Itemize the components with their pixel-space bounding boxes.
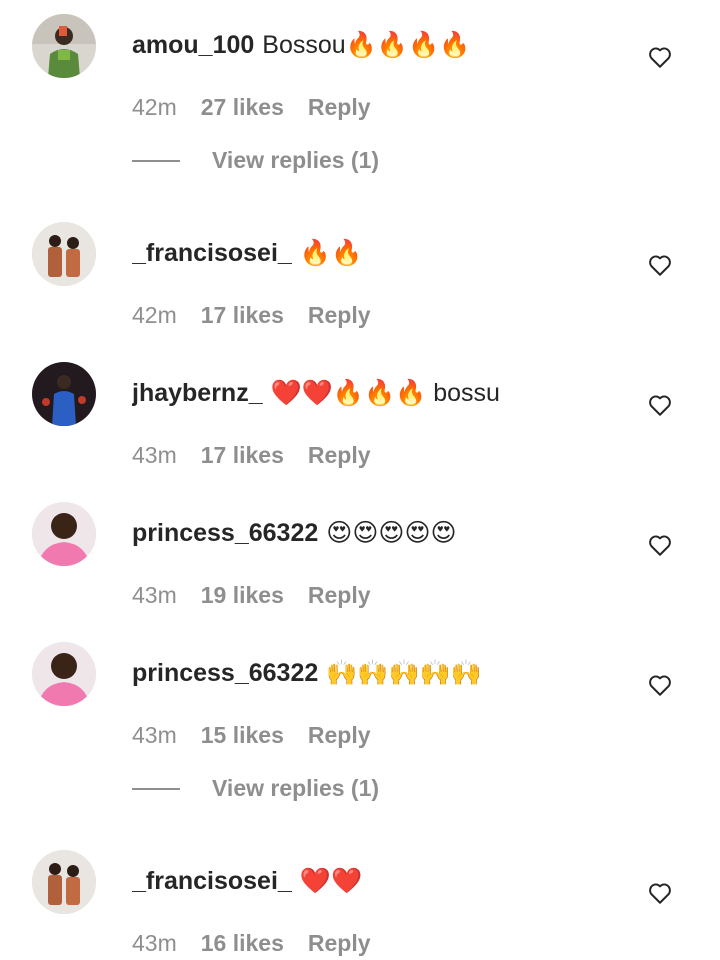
like-count[interactable]: 27 likes <box>201 94 284 120</box>
like-count[interactable]: 19 likes <box>201 582 284 608</box>
like-count[interactable]: 16 likes <box>201 930 284 956</box>
comment-item: princess_66322 😍😍😍😍😍 43m 19 likes Reply <box>0 502 720 612</box>
comment-time: 43m <box>132 582 177 608</box>
comment-text: ❤️❤️ <box>299 867 363 895</box>
avatar[interactable] <box>32 14 96 78</box>
avatar[interactable] <box>32 222 96 286</box>
reply-button[interactable]: Reply <box>308 442 371 468</box>
comment-meta: 43m 17 likes Reply <box>132 440 371 470</box>
username[interactable]: amou_100 <box>132 31 254 59</box>
comment-time: 43m <box>132 722 177 748</box>
comment-time: 43m <box>132 930 177 956</box>
divider-line <box>132 788 180 790</box>
comment-line: _francisosei_ 🔥🔥 <box>132 236 362 270</box>
comment-text: 😍😍😍😍😍 <box>326 519 457 547</box>
comment-item: jhaybernz_ ❤️❤️🔥🔥🔥 bossu 43m 17 likes Reply <box>0 362 720 472</box>
comment-item: amou_100 Bossou🔥🔥🔥🔥 42m 27 likes Reply <box>0 14 720 124</box>
avatar[interactable] <box>32 362 96 426</box>
avatar[interactable] <box>32 502 96 566</box>
heart-outline-icon[interactable] <box>647 252 673 278</box>
comment-line: _francisosei_ ❤️❤️ <box>132 864 362 898</box>
comment-time: 43m <box>132 442 177 468</box>
comment-item: princess_66322 🙌🙌🙌🙌🙌 43m 15 likes Reply <box>0 642 720 752</box>
comment-meta: 42m 17 likes Reply <box>132 300 371 330</box>
username[interactable]: princess_66322 <box>132 659 318 687</box>
username[interactable]: princess_66322 <box>132 519 318 547</box>
heart-outline-icon[interactable] <box>647 672 673 698</box>
heart-outline-icon[interactable] <box>647 532 673 558</box>
comment-meta: 42m 27 likes Reply <box>132 92 371 122</box>
comment-text: Bossou🔥🔥🔥🔥 <box>262 31 471 59</box>
reply-button[interactable]: Reply <box>308 94 371 120</box>
reply-button[interactable]: Reply <box>308 302 371 328</box>
reply-button[interactable]: Reply <box>308 722 371 748</box>
avatar[interactable] <box>32 642 96 706</box>
view-replies-button[interactable]: View replies (1) <box>132 773 432 803</box>
like-count[interactable]: 15 likes <box>201 722 284 748</box>
comment-line: amou_100 Bossou🔥🔥🔥🔥 <box>132 28 470 62</box>
comment-time: 42m <box>132 94 177 120</box>
like-count[interactable]: 17 likes <box>201 302 284 328</box>
comment-time: 42m <box>132 302 177 328</box>
avatar[interactable] <box>32 850 96 914</box>
comment-item: _francisosei_ ❤️❤️ 43m 16 likes Reply <box>0 850 720 960</box>
view-replies-label: View replies (1) <box>212 775 380 801</box>
comment-line: jhaybernz_ ❤️❤️🔥🔥🔥 bossu <box>132 376 500 410</box>
reply-button[interactable]: Reply <box>308 930 371 956</box>
heart-outline-icon[interactable] <box>647 44 673 70</box>
comment-text: 🔥🔥 <box>299 239 363 267</box>
comment-text: ❤️❤️🔥🔥🔥 bossu <box>270 379 500 407</box>
comment-line: princess_66322 🙌🙌🙌🙌🙌 <box>132 656 482 690</box>
comment-item: _francisosei_ 🔥🔥 42m 17 likes Reply <box>0 222 720 332</box>
like-count[interactable]: 17 likes <box>201 442 284 468</box>
comment-text: 🙌🙌🙌🙌🙌 <box>326 659 482 687</box>
divider-line <box>132 160 180 162</box>
view-replies-button[interactable]: View replies (1) <box>132 145 432 175</box>
username[interactable]: _francisosei_ <box>132 239 292 267</box>
reply-button[interactable]: Reply <box>308 582 371 608</box>
view-replies-label: View replies (1) <box>212 147 380 173</box>
username[interactable]: jhaybernz_ <box>132 379 263 407</box>
comment-meta: 43m 15 likes Reply <box>132 720 371 750</box>
username[interactable]: _francisosei_ <box>132 867 292 895</box>
comment-meta: 43m 19 likes Reply <box>132 580 371 610</box>
comment-line: princess_66322 😍😍😍😍😍 <box>132 516 457 550</box>
heart-outline-icon[interactable] <box>647 392 673 418</box>
heart-outline-icon[interactable] <box>647 880 673 906</box>
